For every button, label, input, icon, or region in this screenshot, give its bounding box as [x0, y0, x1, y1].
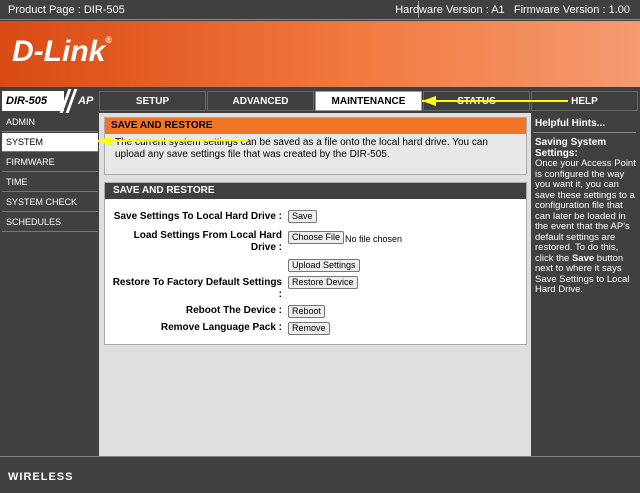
sidebar: ADMIN SYSTEM FIRMWARE TIME SYSTEM CHECK …	[2, 113, 98, 456]
wireless-label: WIRELESS	[8, 471, 74, 483]
version-info: Hardware Version : A1 Firmware Version :…	[395, 4, 630, 16]
model-mode-badge: AP	[59, 89, 98, 113]
hints-body-bold: Save	[571, 252, 595, 264]
remove-language-button[interactable]: Remove	[288, 322, 330, 335]
reboot-label: Reboot The Device :	[185, 305, 282, 316]
registered-mark: ®	[105, 35, 112, 45]
restore-device-button[interactable]: Restore Device	[288, 276, 358, 289]
save-label: Save Settings To Local Hard Drive :	[113, 211, 282, 222]
hints-body: Once your Access Point is configured the…	[535, 158, 637, 296]
tab-help[interactable]: HELP	[531, 91, 638, 111]
intro-title: SAVE AND RESTORE	[105, 118, 526, 134]
intro-panel: SAVE AND RESTORE The current system sett…	[104, 117, 527, 175]
hints-title: Helpful Hints...	[535, 118, 605, 129]
tab-setup[interactable]: SETUP	[99, 91, 206, 111]
sidebar-item-schedules[interactable]: SCHEDULES	[2, 213, 98, 232]
load-label: Load Settings From Local Hard Drive :	[133, 230, 282, 253]
hints-divider	[533, 132, 636, 133]
tab-advanced[interactable]: ADVANCED	[207, 91, 314, 111]
reboot-button[interactable]: Reboot	[288, 305, 326, 318]
save-restore-panel: SAVE AND RESTORE Save Settings To Local …	[104, 182, 527, 345]
firmware-version: Firmware Version : 1.00	[513, 4, 630, 16]
top-info-bar: Product Page : DIR-505 Hardware Version …	[0, 0, 640, 20]
product-page-label: Product Page : DIR-505	[8, 4, 125, 16]
hardware-version: Hardware Version : A1	[395, 4, 505, 16]
helpful-hints-panel: Helpful Hints... Saving System Settings:…	[531, 113, 638, 456]
sidebar-item-admin[interactable]: ADMIN	[2, 113, 98, 132]
tab-status[interactable]: STATUS	[423, 91, 530, 111]
hints-body-pre: Once your Access Point is configured the…	[535, 158, 636, 264]
hints-subtitle: Saving System Settings:	[535, 137, 607, 159]
sidebar-item-system[interactable]: SYSTEM	[2, 133, 98, 152]
model-name: DIR-505	[6, 95, 47, 107]
restore-label: Restore To Factory Default Settings :	[112, 277, 282, 300]
footer: WIRELESS	[0, 456, 640, 493]
brand-banner: D-Link®	[0, 21, 640, 87]
save-button[interactable]: Save	[288, 210, 317, 223]
upload-settings-button[interactable]: Upload Settings	[288, 259, 360, 272]
save-restore-title: SAVE AND RESTORE	[105, 183, 526, 199]
main-content: SAVE AND RESTORE The current system sett…	[99, 113, 531, 456]
intro-text: The current system settings can be saved…	[115, 137, 488, 160]
choose-file-button[interactable]: Choose File	[288, 231, 345, 244]
tab-maintenance[interactable]: MAINTENANCE	[315, 91, 422, 111]
sidebar-item-system-check[interactable]: SYSTEM CHECK	[2, 193, 98, 212]
model-mode: AP	[78, 95, 94, 107]
logo-text: D-Link	[12, 35, 106, 68]
no-file-text: No file chosen	[345, 234, 403, 244]
sidebar-item-firmware[interactable]: FIRMWARE	[2, 153, 98, 172]
dlink-logo: D-Link®	[12, 35, 112, 69]
sidebar-item-time[interactable]: TIME	[2, 173, 98, 192]
language-label: Remove Language Pack :	[160, 322, 282, 333]
